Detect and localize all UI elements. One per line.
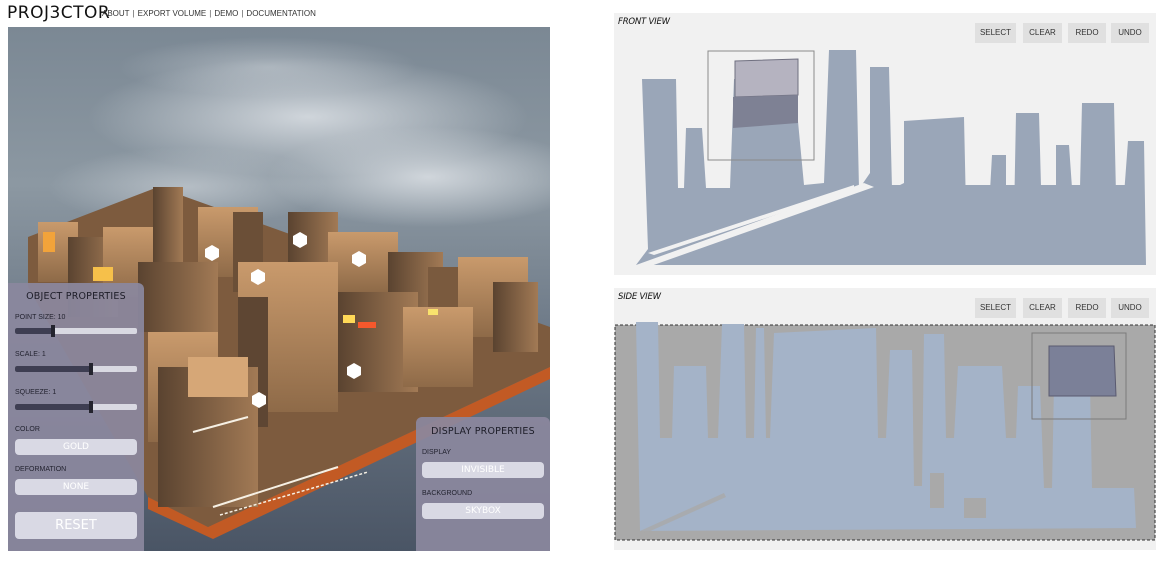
point-size-slider-thumb[interactable] [50,325,55,337]
squeeze-slider-fill [15,404,91,410]
scale-label: SCALE: 1 [15,351,46,358]
side-view-canvas[interactable]: SIDE VIEW SELECT CLEAR REDO UNDO [614,288,1156,550]
top-nav: ABOUT | EXPORT VOLUME | DEMO | DOCUMENTA… [102,9,316,18]
reset-button[interactable]: RESET [15,512,137,539]
side-undo-button[interactable]: UNDO [1111,298,1149,318]
background-select-value: SKYBOX [465,506,501,516]
deformation-select[interactable]: NONE [15,479,137,495]
front-view-title: FRONT VIEW [618,17,670,27]
nav-demo-link[interactable]: DEMO [214,9,238,18]
display-label: DISPLAY [422,449,452,456]
object-properties-title: OBJECT PROPERTIES [26,291,126,302]
scale-slider[interactable] [15,363,137,375]
display-properties-panel: DISPLAY PROPERTIES DISPLAY INVISIBLE BAC… [416,417,550,551]
color-select[interactable]: GOLD [15,439,137,455]
side-select-button[interactable]: SELECT [975,298,1016,318]
deformation-label: DEFORMATION [15,466,67,473]
deformation-select-value: NONE [62,482,90,492]
display-select[interactable]: INVISIBLE [422,462,544,478]
scale-slider-fill [15,366,91,372]
display-properties-title: DISPLAY PROPERTIES [431,426,535,437]
front-select-button[interactable]: SELECT [975,23,1016,43]
background-label: BACKGROUND [422,490,473,497]
point-size-slider-fill [15,328,53,334]
nav-separator: | [241,9,244,18]
nav-about-link[interactable]: ABOUT [102,9,130,18]
front-clear-button[interactable]: CLEAR [1023,23,1062,43]
nav-separator: | [209,9,212,18]
scale-slider-thumb[interactable] [88,363,93,375]
nav-documentation-link[interactable]: DOCUMENTATION [246,9,315,18]
squeeze-slider-thumb[interactable] [88,401,93,413]
squeeze-slider[interactable] [15,401,137,413]
app-logo: PROJ3CTOR [7,3,111,23]
object-properties-panel: OBJECT PROPERTIES POINT SIZE: 10 SCALE: … [8,283,144,551]
front-undo-button[interactable]: UNDO [1111,23,1149,43]
background-select[interactable]: SKYBOX [422,503,544,519]
side-view-silhouette [614,322,1156,541]
squeeze-label: SQUEEZE: 1 [15,389,57,396]
nav-export-volume-link[interactable]: EXPORT VOLUME [138,9,207,18]
color-label: COLOR [15,426,40,433]
side-redo-button[interactable]: REDO [1068,298,1106,318]
side-view-title: SIDE VIEW [618,292,661,302]
front-view-silhouette [636,50,1146,267]
point-size-label: POINT SIZE: 10 [15,314,66,321]
nav-separator: | [132,9,135,18]
front-redo-button[interactable]: REDO [1068,23,1106,43]
point-size-slider[interactable] [15,325,137,337]
color-select-value: GOLD [62,442,89,452]
side-clear-button[interactable]: CLEAR [1023,298,1062,318]
front-view-canvas[interactable]: FRONT VIEW SELECT CLEAR REDO UNDO [614,13,1156,275]
display-select-value: INVISIBLE [461,465,505,475]
